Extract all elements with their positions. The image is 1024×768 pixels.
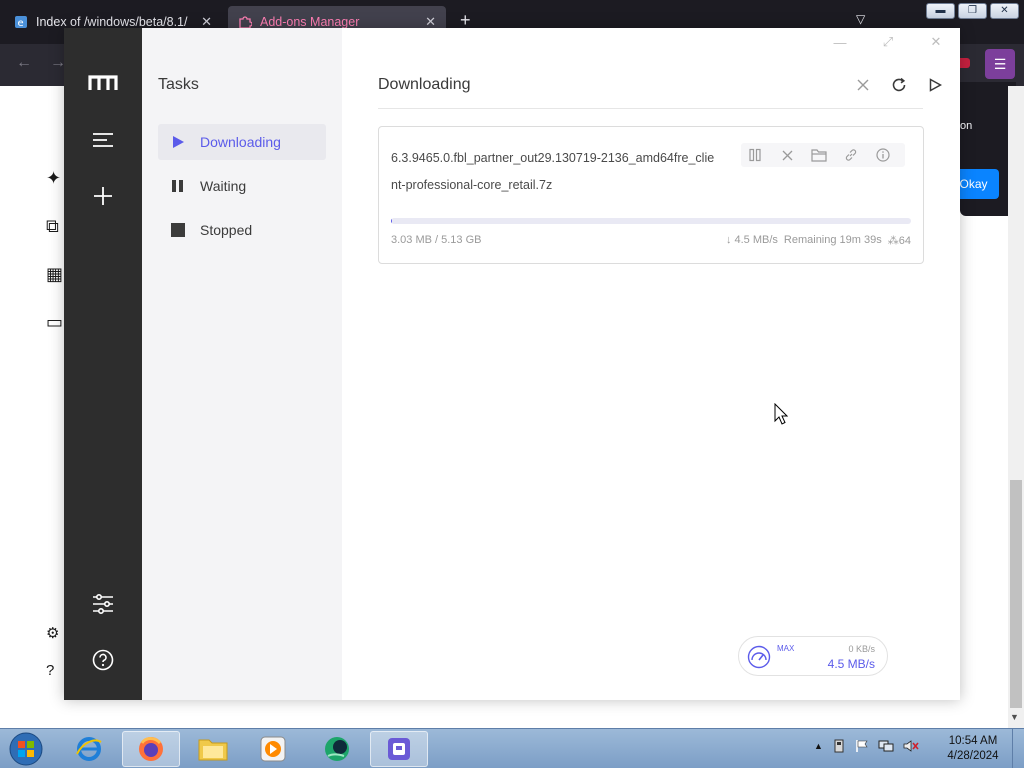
task-progress-bar [391,218,911,224]
show-desktop-button[interactable] [1012,729,1024,768]
download-speed-value: 4.5 MB/s [734,234,778,246]
taskbar: ▲ 10:54 AM 4/28/2024 [0,728,1024,768]
file-explorer-icon[interactable] [184,731,242,767]
sidebar-item-label: Waiting [200,178,247,194]
add-task-icon[interactable] [88,181,118,211]
scroll-down-icon[interactable]: ▼ [1010,712,1019,722]
folder-icon[interactable] [809,145,829,165]
sidebar-item-waiting[interactable]: Waiting [158,168,326,204]
sidebar-item-downloading[interactable]: Downloading [158,124,326,160]
play-icon [170,134,186,150]
plugins-icon[interactable]: ▭ [46,312,63,333]
menu-icon[interactable]: ☰ [985,49,1015,79]
themes-icon[interactable]: ▦ [46,264,63,285]
info-icon[interactable] [873,145,893,165]
media-player-icon[interactable] [244,731,302,767]
download-manager-window: Tasks Downloading Waiting Stopped — ⤢ ✕ … [64,28,960,700]
clock-date: 4/28/2024 [947,750,999,762]
volume-muted-icon[interactable] [903,739,919,753]
sidebar-title: Tasks [158,76,199,93]
action-center-flag-icon[interactable] [855,739,869,753]
vpn-app-icon[interactable] [308,731,366,767]
minimize-button[interactable]: ▬ [926,3,955,19]
sparkle-icon[interactable]: ✦ [46,168,61,189]
svg-text:e: e [18,18,24,29]
system-clock[interactable]: 10:54 AM 4/28/2024 [940,734,1006,764]
tab-label: Add-ons Manager [260,15,360,29]
clock-time: 10:54 AM [948,735,998,747]
download-manager-taskbar-icon[interactable] [370,731,428,767]
page-title: Downloading [378,76,471,93]
arrow-down-icon: ↓ [725,234,732,246]
task-action-bar [741,143,905,167]
scrollbar-thumb[interactable] [1010,480,1022,708]
settings-icon[interactable]: ⚙ [46,624,59,642]
link-icon[interactable] [841,145,861,165]
preferences-icon[interactable] [88,589,118,619]
delete-task-icon[interactable] [777,145,797,165]
help-icon[interactable] [88,645,118,675]
connections-icon: ⁂ [887,235,899,247]
sidebar-item-label: Stopped [200,222,253,238]
removable-drive-icon[interactable] [832,739,846,753]
puzzle-icon [238,15,253,29]
task-size: 3.03 MB / 5.13 GB [391,234,482,246]
task-filter-sidebar: Tasks Downloading Waiting Stopped [142,28,342,700]
header-divider [378,108,923,109]
delete-tasks-icon[interactable] [852,74,874,96]
task-item[interactable]: 6.3.9465.0.fbl_partner_out29.130719-2136… [378,126,924,264]
app-logo-icon [88,68,118,98]
help-icon[interactable]: ? [46,662,54,679]
show-hidden-icons-icon[interactable]: ▲ [814,741,823,751]
close-button[interactable]: ✕ [990,3,1019,19]
sidebar-item-label: Downloading [200,134,281,150]
network-icon[interactable] [878,739,894,753]
maximize-button[interactable]: ❐ [958,3,987,19]
mouse-cursor [774,402,789,428]
sidebar-item-stopped[interactable]: Stopped [158,212,326,248]
window-minimize-icon[interactable]: — [828,32,852,52]
speedometer-icon [747,645,771,669]
window-maximize-icon[interactable]: ⤢ [876,32,900,52]
task-file-name: 6.3.9465.0.fbl_partner_out29.130719-2136… [391,151,715,192]
download-speed-total: 4.5 MB/s [827,657,875,671]
popup-text: on [960,120,973,132]
firefox-icon[interactable] [122,731,180,767]
connections-value: 64 [898,235,911,247]
resume-all-icon[interactable] [924,74,946,96]
extensions-icon[interactable]: ⧉ [46,216,59,237]
page-icon: e [14,15,28,29]
task-list-panel: — ⤢ ✕ Downloading 6.3.9465.0.fbl_partner… [342,28,960,700]
pause-icon [170,178,186,194]
task-stats: ↓ 4.5 MB/s Remaining 19m 39s ⁂64 [726,234,911,247]
tab-label: Index of /windows/beta/8.1/ [36,15,188,29]
speedometer[interactable]: MAX 0 KB/s 4.5 MB/s [738,636,888,676]
start-button[interactable] [4,731,48,767]
task-progress-fill [391,218,392,224]
connections: ⁂64 [888,234,911,247]
pause-task-icon[interactable] [745,145,765,165]
internet-explorer-icon[interactable] [60,731,118,767]
speed-limit-label: MAX [777,644,795,653]
task-list-icon[interactable] [88,125,118,155]
app-nav-rail [64,28,142,700]
time-remaining: Remaining 19m 39s [783,234,882,246]
download-speed: ↓ 4.5 MB/s [726,234,778,247]
chevron-down-icon[interactable]: ▽ [856,12,865,26]
back-icon[interactable]: ← [16,54,32,72]
refresh-icon[interactable] [888,74,910,96]
window-close-icon[interactable]: ✕ [924,32,948,52]
upload-speed: 0 KB/s [848,644,875,654]
stop-icon [170,222,186,238]
system-tray: ▲ [814,739,919,753]
